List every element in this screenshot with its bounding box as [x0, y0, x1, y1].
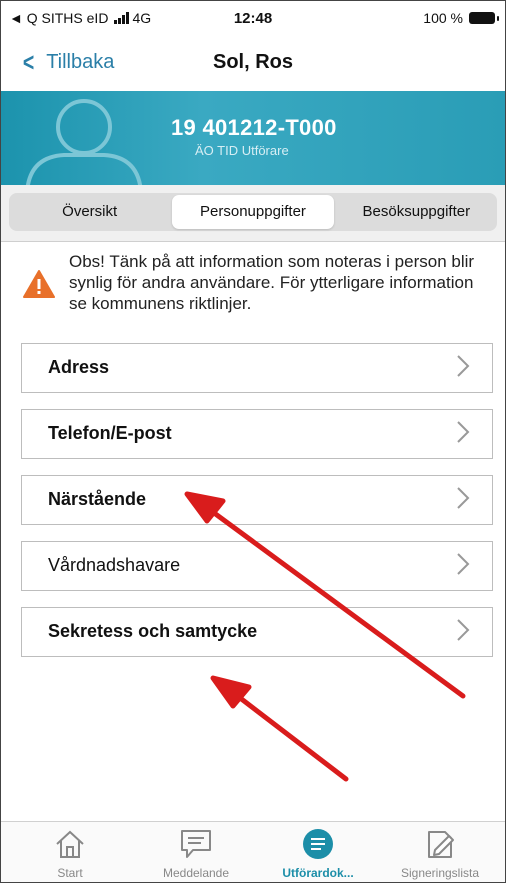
- tab-besoksuppgifter[interactable]: Besöksuppgifter: [336, 195, 497, 229]
- row-telefon-epost[interactable]: Telefon/E-post: [21, 409, 493, 459]
- message-icon: [181, 830, 211, 858]
- row-label: Sekretess och samtycke: [48, 621, 258, 641]
- chevron-right-icon: [457, 619, 470, 641]
- chevron-right-icon: [457, 421, 470, 443]
- tabbar-item-utforardok[interactable]: Utförardok...: [263, 828, 373, 880]
- annotation-arrow-2: [228, 688, 349, 782]
- row-adress[interactable]: Adress: [21, 343, 493, 393]
- chevron-right-icon: [457, 487, 470, 509]
- battery-info: 100 %: [423, 10, 499, 26]
- tabbar-item-start[interactable]: Start: [15, 828, 125, 880]
- page-title: Sol, Ros: [212, 51, 293, 73]
- status-bar: ◄ Q SITHS eID 4G 12:48 100 %: [1, 1, 505, 37]
- bottom-tab-bar: Start Meddelande Utförardok... Signering…: [1, 821, 505, 882]
- tabbar-item-meddelande[interactable]: Meddelande: [141, 828, 251, 880]
- navigation-bar: < Tillbaka Sol, Ros: [1, 37, 505, 89]
- row-vardnadshavare[interactable]: Vårdnadshavare: [21, 541, 493, 591]
- row-sekretess-samtycke[interactable]: Sekretess och samtycke: [21, 607, 493, 657]
- warning-triangle-icon: [23, 270, 55, 298]
- tabbar-label: Signeringslista: [400, 866, 480, 880]
- row-narstaende[interactable]: Närstående: [21, 475, 493, 525]
- row-label: Vårdnadshavare: [48, 555, 181, 575]
- home-icon: [56, 830, 84, 858]
- notice-text: Obs! Tänk på att information som noteras…: [69, 252, 475, 313]
- tabbar-label: Meddelande: [162, 866, 230, 880]
- annotation-arrow-1: [203, 504, 466, 699]
- avatar-icon: [25, 99, 143, 185]
- sign-icon: [428, 831, 454, 858]
- battery-icon: [469, 12, 499, 24]
- tabbar-label: Utförardok...: [282, 866, 354, 880]
- phone-screen: ◄ Q SITHS eID 4G 12:48 100 % < Tillbaka …: [0, 0, 506, 883]
- row-label: Närstående: [48, 489, 147, 509]
- tab-container: Översikt Personuppgifter Besöksuppgifter: [1, 185, 505, 242]
- chevron-right-icon: [457, 553, 470, 575]
- person-subtitle: ÄO TID Utförare: [195, 143, 289, 158]
- row-label: Telefon/E-post: [48, 423, 172, 443]
- tabbar-label: Start: [57, 866, 83, 880]
- person-id: 19 401212-T000: [171, 115, 337, 140]
- chevron-right-icon: [457, 355, 470, 377]
- annotation-arrowhead-2: [210, 675, 252, 709]
- tabbar-item-signeringslista[interactable]: Signeringslista: [385, 828, 495, 880]
- tab-personuppgifter[interactable]: Personuppgifter: [172, 195, 334, 229]
- segmented-control: Översikt Personuppgifter Besöksuppgifter: [9, 193, 497, 231]
- document-list-icon: [303, 829, 333, 859]
- person-banner: 19 401212-T000 ÄO TID Utförare: [1, 91, 505, 185]
- row-label: Adress: [48, 357, 110, 377]
- tab-oversikt[interactable]: Översikt: [9, 195, 170, 229]
- battery-label: 100 %: [423, 10, 463, 26]
